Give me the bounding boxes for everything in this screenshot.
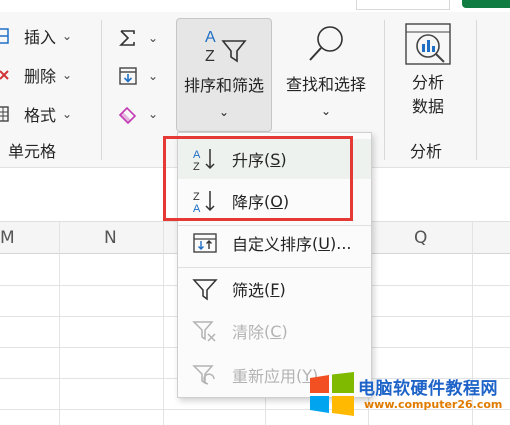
excel-window: 插入 ⌄ 删除 ⌄ 格式 ⌄ 单元格 ⌄ ⌄ ⌄ A Z 排序和筛选 ⌄ 查找和… — [0, 0, 510, 425]
column-header-q[interactable]: Q — [414, 228, 427, 248]
chevron-down-icon: ⌄ — [62, 68, 73, 82]
watermark-url: www.computer26.com — [364, 398, 503, 411]
column-header-n[interactable]: N — [104, 228, 117, 248]
insert-icon — [0, 26, 20, 46]
custom-sort-icon — [192, 230, 218, 256]
fill-button[interactable]: ⌄ — [118, 62, 158, 90]
chevron-down-icon: ⌄ — [218, 105, 230, 119]
clear-button[interactable]: ⌄ — [118, 100, 158, 128]
chevron-down-icon: ⌄ — [148, 107, 159, 121]
watermark: 电脑软硬件教程网 www.computer26.com — [306, 368, 506, 422]
group-divider — [384, 20, 385, 160]
menu-item-label: 自定义排序 — [232, 235, 313, 254]
group-divider — [101, 20, 102, 160]
insert-label: 插入 — [24, 28, 57, 47]
analyze-data-button[interactable]: 分析 数据 — [392, 18, 464, 128]
magnifier-icon — [306, 24, 346, 66]
sigma-icon — [118, 28, 138, 48]
grid-column-line — [163, 222, 164, 425]
format-label: 格式 — [24, 106, 57, 125]
windows-logo-icon — [308, 372, 356, 416]
format-button[interactable]: 格式 ⌄ — [0, 100, 72, 128]
delete-label: 删除 — [24, 67, 57, 86]
analysis-group-label: 分析 — [410, 142, 443, 161]
delete-icon — [0, 65, 20, 85]
share-button[interactable] — [462, 0, 510, 8]
svg-text:A: A — [205, 29, 216, 46]
autosum-button[interactable]: ⌄ — [118, 24, 158, 52]
grid-column-line — [59, 222, 60, 425]
svg-text:Z: Z — [205, 48, 215, 65]
menu-item-label: 筛选 — [232, 281, 265, 300]
column-header-m[interactable]: M — [0, 228, 15, 248]
analyze-data-icon — [404, 22, 452, 66]
clear-filter-icon — [192, 318, 218, 344]
menu-item-label: 清除 — [232, 323, 265, 342]
find-select-label: 查找和选择 — [285, 75, 366, 94]
group-divider — [476, 20, 477, 160]
filter-icon — [192, 276, 218, 302]
eraser-icon — [118, 104, 138, 125]
analyze-data-label-line2: 数据 — [411, 97, 444, 116]
menu-item-custom-sort[interactable]: 自定义排序(U)... — [178, 223, 371, 263]
highlight-box — [163, 136, 353, 221]
cells-group-label: 单元格 — [8, 142, 57, 161]
chevron-down-icon: ⌄ — [148, 69, 159, 83]
watermark-title: 电脑软硬件教程网 — [358, 379, 498, 399]
find-select-button[interactable]: 查找和选择 ⌄ — [278, 18, 374, 132]
menu-item-accelerator: F — [270, 279, 280, 299]
menu-item-label: 重新应用 — [232, 367, 297, 386]
sort-filter-button[interactable]: A Z 排序和筛选 ⌄ — [176, 18, 272, 132]
menu-separator — [178, 267, 371, 268]
menu-item-accelerator: C — [270, 321, 282, 341]
insert-button[interactable]: 插入 ⌄ — [0, 22, 72, 50]
fill-down-icon — [118, 66, 138, 86]
chevron-down-icon: ⌄ — [62, 29, 73, 43]
analyze-data-label-line1: 分析 — [411, 73, 444, 92]
chevron-down-icon: ⌄ — [148, 31, 159, 45]
format-icon — [0, 104, 20, 124]
reapply-filter-icon — [192, 362, 218, 388]
menu-item-filter[interactable]: 筛选(F) — [178, 269, 371, 309]
menu-item-clear: 清除(C) — [178, 311, 371, 351]
sort-filter-icon: A Z — [203, 25, 247, 65]
delete-button[interactable]: 删除 ⌄ — [0, 61, 72, 89]
top-tab[interactable] — [356, 0, 450, 10]
menu-item-ellipsis: ... — [336, 233, 352, 253]
menu-item-accelerator: U — [318, 233, 330, 253]
chevron-down-icon: ⌄ — [320, 104, 332, 118]
chevron-down-icon: ⌄ — [62, 107, 73, 121]
sort-filter-label: 排序和筛选 — [183, 76, 264, 95]
